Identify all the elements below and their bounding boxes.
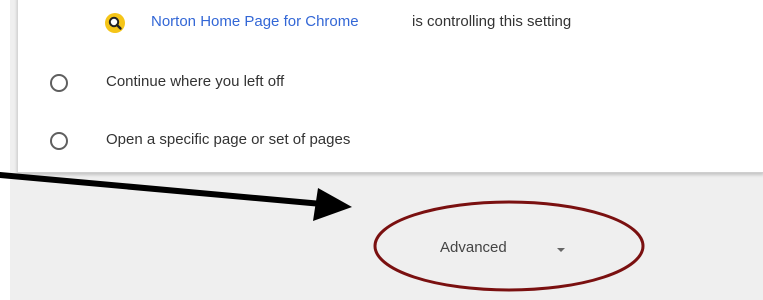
radio-continue-where-left-off[interactable] <box>50 74 68 92</box>
option-label-specific-pages[interactable]: Open a specific page or set of pages <box>106 131 350 148</box>
left-margin <box>0 0 10 300</box>
radio-open-specific-pages[interactable] <box>50 132 68 150</box>
chevron-down-icon[interactable] <box>557 248 565 252</box>
option-label-continue[interactable]: Continue where you left off <box>106 73 284 90</box>
extension-link[interactable]: Norton Home Page for Chrome <box>151 13 359 30</box>
chrome-settings-screenshot: Norton Home Page for Chrome is controlli… <box>0 0 763 300</box>
extension-notice-text: is controlling this setting <box>412 13 572 30</box>
advanced-button[interactable]: Advanced <box>440 239 507 256</box>
norton-search-icon <box>105 13 125 33</box>
